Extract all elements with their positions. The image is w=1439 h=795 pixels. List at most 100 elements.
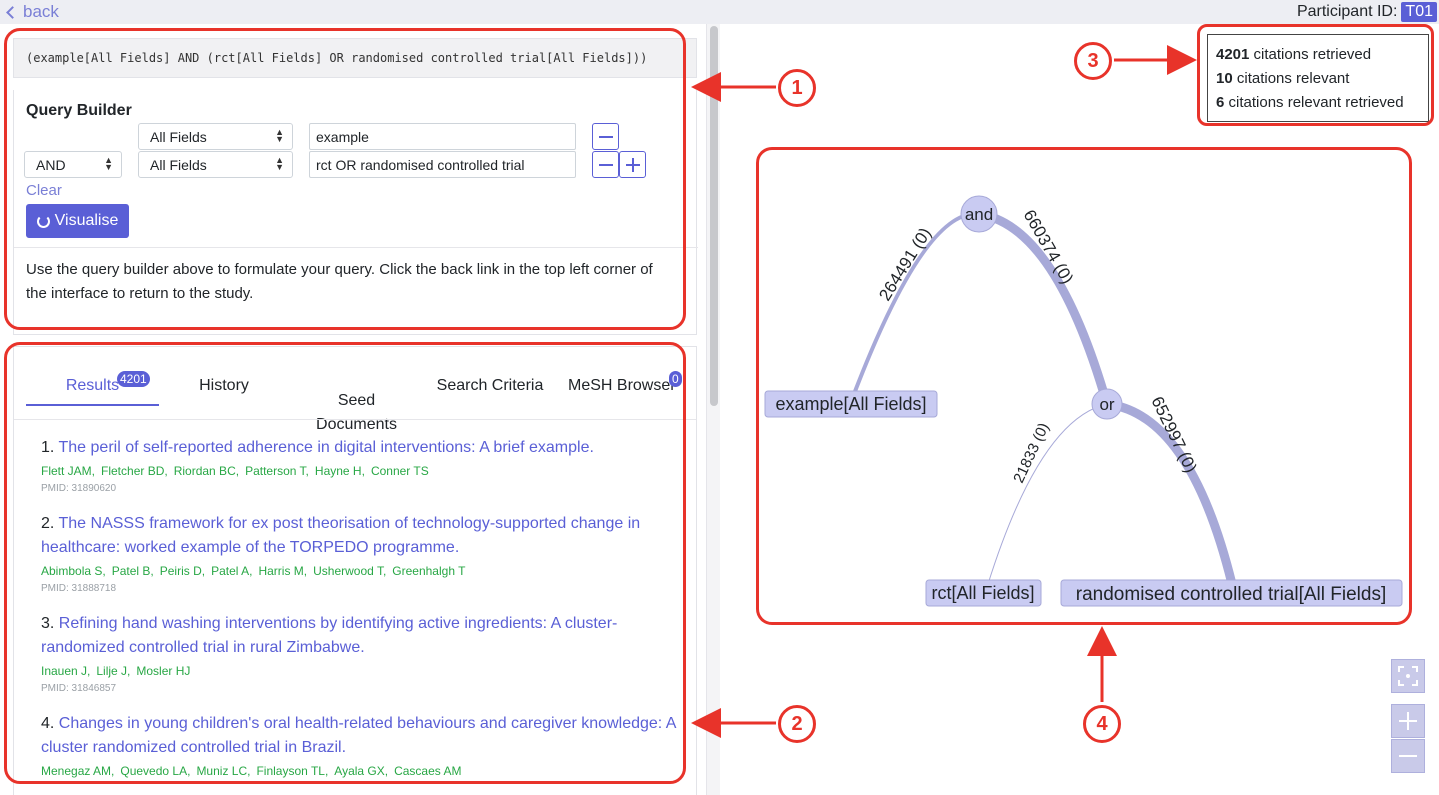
list-item: 4. Changes in young children's oral heal… bbox=[41, 712, 691, 778]
right-panel: 4201 citations retrieved 10 citations re… bbox=[720, 24, 1439, 795]
results-count-badge: 4201 bbox=[117, 371, 150, 387]
field-select-1-value: All Fields bbox=[150, 129, 207, 145]
list-item: 3. Refining hand washing interventions b… bbox=[41, 612, 691, 694]
author: Hayne H, bbox=[314, 464, 365, 478]
result-title-link[interactable]: The peril of self-reported adherence in … bbox=[59, 439, 594, 456]
participant-id: Participant ID: T01 bbox=[1297, 2, 1437, 22]
tab-seed-documents[interactable]: Seed Documents bbox=[294, 365, 419, 437]
author: Abimbola S, bbox=[41, 564, 106, 578]
node-or-label: or bbox=[1099, 395, 1114, 414]
result-title-link[interactable]: Refining hand washing interventions by i… bbox=[41, 615, 617, 656]
node-randomised[interactable]: randomised controlled trial[All Fields] bbox=[1060, 579, 1403, 607]
tab-seed-documents-label: Seed Documents bbox=[316, 392, 397, 433]
author: Usherwood T, bbox=[313, 564, 387, 578]
remove-row-2-button[interactable] bbox=[592, 151, 619, 178]
result-title-link[interactable]: Changes in young children's oral health-… bbox=[41, 715, 676, 756]
tab-results-label: Results bbox=[65, 377, 120, 394]
result-number: 1. bbox=[41, 439, 55, 456]
result-pmid: PMID: 31890620 bbox=[41, 483, 117, 494]
result-number: 2. bbox=[41, 515, 55, 532]
query-builder-title: Query Builder bbox=[26, 102, 132, 119]
zoom-out-button[interactable] bbox=[1391, 739, 1425, 773]
remove-row-1-button[interactable] bbox=[592, 123, 619, 150]
minus-icon bbox=[598, 135, 613, 138]
author: Fletcher BD, bbox=[101, 464, 168, 478]
node-rct[interactable]: rct[All Fields] bbox=[925, 579, 1042, 607]
author: Patterson T, bbox=[245, 464, 309, 478]
mesh-count-badge: 0 bbox=[669, 371, 682, 387]
left-panel: (example[All Fields] AND (rct[All Fields… bbox=[0, 24, 706, 795]
participant-label: Participant ID: bbox=[1296, 3, 1398, 20]
query-tree-visualisation: 264491 (0) 660374 (0) 21833 (0) 652997 (… bbox=[764, 195, 1403, 607]
minus-icon bbox=[1399, 755, 1417, 757]
annotation-marker-1: 1 bbox=[778, 69, 816, 107]
term-input-2[interactable]: rct OR randomised controlled trial bbox=[309, 151, 576, 178]
operator-select-2-value: AND bbox=[36, 157, 66, 173]
tab-history[interactable]: History bbox=[164, 377, 284, 395]
result-number: 3. bbox=[41, 615, 55, 632]
help-text: Use the query builder above to formulate… bbox=[26, 261, 653, 302]
author: Greenhalgh T bbox=[392, 564, 466, 578]
zoom-in-button[interactable] bbox=[1391, 704, 1425, 738]
operator-select-2[interactable]: AND ▲ ▼ bbox=[24, 151, 122, 178]
query-string: (example[All Fields] AND (rct[All Fields… bbox=[13, 38, 697, 78]
add-row-button[interactable] bbox=[619, 151, 646, 178]
fit-view-icon bbox=[1398, 666, 1418, 686]
active-tab-indicator bbox=[26, 404, 159, 406]
node-rct-label: rct[All Fields] bbox=[931, 583, 1034, 603]
node-and-label: and bbox=[965, 205, 993, 224]
author: Cascaes AM bbox=[394, 764, 462, 778]
result-authors: Abimbola S, Patel B, Peiris D, Patel A, Harr… bbox=[41, 564, 691, 578]
divider bbox=[14, 247, 698, 248]
field-select-1[interactable]: All Fields ▲ ▼ bbox=[138, 123, 293, 150]
author: Riordan BC, bbox=[173, 464, 240, 478]
author: Ayala GX, bbox=[334, 764, 389, 778]
result-number: 4. bbox=[41, 715, 55, 732]
result-authors: Inauen J, Lilje J, Mosler HJ bbox=[41, 664, 691, 678]
back-link[interactable]: back bbox=[4, 2, 59, 22]
select-arrows-icon: ▲ ▼ bbox=[275, 155, 284, 172]
tab-mesh-browser[interactable]: MeSH Browser bbox=[568, 377, 678, 395]
tab-search-criteria-label: Search Criteria bbox=[436, 377, 544, 394]
divider bbox=[14, 419, 696, 420]
tab-search-criteria[interactable]: Search Criteria bbox=[430, 377, 550, 395]
left-panel-scrollbar[interactable] bbox=[706, 24, 720, 795]
author: Mosler HJ bbox=[136, 664, 191, 678]
node-and[interactable]: and bbox=[960, 195, 998, 233]
field-select-2-value: All Fields bbox=[150, 157, 207, 173]
query-builder: Query Builder All Fields ▲ ▼ example AND … bbox=[13, 90, 698, 335]
annotation-marker-3: 3 bbox=[1074, 42, 1112, 80]
author: Muniz LC, bbox=[196, 764, 251, 778]
scrollbar-thumb[interactable] bbox=[710, 26, 718, 406]
plus-icon bbox=[1399, 712, 1417, 730]
fit-view-button[interactable] bbox=[1391, 659, 1425, 693]
author: Menegaz AM, bbox=[41, 764, 115, 778]
plus-icon bbox=[625, 157, 640, 172]
result-authors: Flett JAM, Fletcher BD, Riordan BC, Patters… bbox=[41, 464, 691, 478]
edge-label-or-rand: 652997 (0) bbox=[1147, 393, 1200, 475]
edge-label-and-example: 264491 (0) bbox=[875, 224, 935, 304]
term-input-1[interactable]: example bbox=[309, 123, 576, 150]
author: Lilje J, bbox=[96, 664, 131, 678]
node-or[interactable]: or bbox=[1091, 388, 1123, 420]
minus-icon bbox=[598, 163, 613, 166]
select-arrows-icon: ▲ ▼ bbox=[104, 155, 113, 172]
tab-history-label: History bbox=[199, 377, 249, 394]
result-pmid: PMID: 31888718 bbox=[41, 583, 117, 594]
chevron-left-icon bbox=[6, 5, 19, 19]
node-randomised-label: randomised controlled trial[All Fields] bbox=[1076, 584, 1386, 605]
result-pmid: PMID: 31846857 bbox=[41, 683, 117, 694]
top-bar: back Participant ID: T01 bbox=[0, 0, 1439, 24]
clear-link[interactable]: Clear bbox=[26, 182, 62, 199]
field-select-2[interactable]: All Fields ▲ ▼ bbox=[138, 151, 293, 178]
author: Patel B, bbox=[111, 564, 154, 578]
author: Patel A, bbox=[211, 564, 253, 578]
author: Conner TS bbox=[370, 464, 429, 478]
visualise-button[interactable]: Visualise bbox=[26, 204, 129, 238]
node-example[interactable]: example[All Fields] bbox=[764, 390, 938, 418]
result-title-link[interactable]: The NASSS framework for ex post theorisa… bbox=[41, 515, 640, 556]
participant-id-badge: T01 bbox=[1401, 2, 1437, 22]
annotation-marker-2: 2 bbox=[778, 705, 816, 743]
author: Quevedo LA, bbox=[120, 764, 191, 778]
visualise-label: Visualise bbox=[54, 212, 119, 229]
